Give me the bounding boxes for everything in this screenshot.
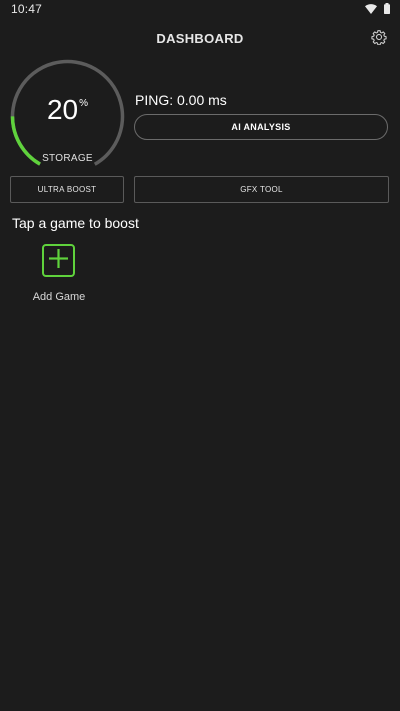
add-game-tile[interactable]: Add Game (33, 243, 85, 307)
storage-value: 20% (9, 94, 126, 126)
storage-unit: % (79, 98, 89, 109)
storage-percent: 20 (46, 94, 79, 125)
storage-gauge: 20% STORAGE (9, 58, 126, 175)
page-title: DASHBOARD (156, 31, 244, 46)
dashboard-screen: 10:47 DASHBOARD 20% STORAGE PING: 0.00 m… (0, 0, 400, 711)
add-game-button[interactable] (42, 244, 75, 277)
ai-analysis-button[interactable]: AI ANALYSIS (134, 114, 388, 140)
battery-icon (384, 1, 390, 19)
games-section-title: Tap a game to boost (12, 215, 139, 231)
gfx-tool-button[interactable]: GFX TOOL (134, 176, 389, 203)
status-icons (365, 1, 390, 19)
storage-label: STORAGE (42, 153, 93, 164)
ping-readout: PING: 0.00 ms (135, 92, 227, 108)
settings-button[interactable] (370, 29, 388, 50)
status-bar: 10:47 (0, 0, 400, 20)
ultra-boost-button[interactable]: ULTRA BOOST (10, 176, 124, 203)
gear-icon[interactable] (371, 29, 387, 50)
add-game-label: Add Game (32, 291, 86, 303)
status-time: 10:47 (11, 2, 43, 16)
plus-icon[interactable] (49, 248, 68, 273)
wifi-icon (365, 1, 377, 19)
